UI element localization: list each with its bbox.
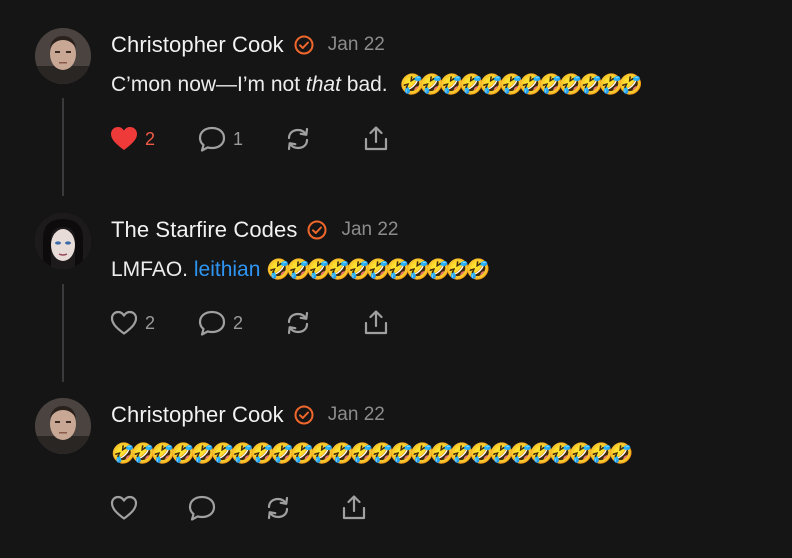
verified-badge-icon <box>307 220 327 240</box>
emoji-row: 🤣🤣🤣🤣🤣🤣🤣🤣🤣🤣🤣 <box>266 259 490 281</box>
post-actions: 2 1 <box>109 124 391 154</box>
post-header: Christopher Cook Jan 22 <box>111 32 385 58</box>
repost-button[interactable] <box>263 493 339 523</box>
post-date[interactable]: Jan 22 <box>328 34 385 56</box>
comment-button[interactable]: 1 <box>197 124 283 154</box>
post-text-italic: that <box>305 73 341 96</box>
share-button[interactable] <box>361 308 391 338</box>
share-button[interactable] <box>339 493 369 523</box>
author-name[interactable]: The Starfire Codes <box>111 217 297 243</box>
repost-button[interactable] <box>283 124 361 154</box>
avatar[interactable] <box>35 213 91 269</box>
post-text: 🤣🤣🤣🤣🤣🤣🤣🤣🤣🤣🤣🤣🤣🤣🤣🤣🤣🤣🤣🤣🤣🤣🤣🤣🤣🤣 <box>111 441 633 466</box>
like-button[interactable] <box>109 493 187 523</box>
post-text-part: C’mon now—I’m not <box>111 73 306 96</box>
comment-count: 2 <box>233 312 244 333</box>
post-text: C’mon now—I’m not that bad. 🤣🤣🤣🤣🤣🤣🤣🤣🤣🤣🤣🤣 <box>111 72 643 97</box>
share-button[interactable] <box>361 124 391 154</box>
emoji-row: 🤣🤣🤣🤣🤣🤣🤣🤣🤣🤣🤣🤣 <box>399 74 643 96</box>
avatar[interactable] <box>35 28 91 84</box>
post-date[interactable]: Jan 22 <box>341 219 398 241</box>
repost-icon <box>287 127 309 151</box>
repost-button[interactable] <box>283 308 361 338</box>
heart-icon <box>111 127 137 150</box>
post-text-part: bad. <box>340 73 394 96</box>
like-count: 2 <box>145 128 156 149</box>
share-icon <box>364 126 388 151</box>
thread-line <box>62 284 64 382</box>
repost-icon <box>287 311 309 335</box>
comment-count: 1 <box>233 128 244 149</box>
post-header: Christopher Cook Jan 22 <box>111 402 385 428</box>
post-actions <box>109 493 369 523</box>
post-actions: 2 2 <box>109 308 391 338</box>
share-icon <box>342 495 366 520</box>
comment-icon <box>198 126 226 152</box>
like-count: 2 <box>145 312 156 333</box>
heart-outline-icon <box>110 495 138 520</box>
mention-link[interactable]: leithian <box>194 258 261 281</box>
heart-outline-icon <box>110 310 138 335</box>
post-text: LMFAO. leithian 🤣🤣🤣🤣🤣🤣🤣🤣🤣🤣🤣 <box>111 257 490 282</box>
thread-line <box>62 98 64 196</box>
like-button[interactable]: 2 <box>109 308 197 338</box>
share-icon <box>364 310 388 335</box>
post-date[interactable]: Jan 22 <box>328 404 385 426</box>
verified-badge-icon <box>294 35 314 55</box>
verified-badge-icon <box>294 405 314 425</box>
post-text-part: LMFAO. <box>111 258 194 281</box>
comment-button[interactable]: 2 <box>197 308 283 338</box>
post-header: The Starfire Codes Jan 22 <box>111 217 398 243</box>
comment-icon <box>198 310 226 336</box>
comment-icon <box>188 495 216 521</box>
author-name[interactable]: Christopher Cook <box>111 32 284 58</box>
like-button[interactable]: 2 <box>109 124 197 154</box>
repost-icon <box>267 496 289 520</box>
comment-button[interactable] <box>187 493 263 523</box>
emoji-row: 🤣🤣🤣🤣🤣🤣🤣🤣🤣🤣🤣🤣🤣🤣🤣🤣🤣🤣🤣🤣🤣🤣🤣🤣🤣🤣 <box>111 443 633 465</box>
avatar[interactable] <box>35 398 91 454</box>
author-name[interactable]: Christopher Cook <box>111 402 284 428</box>
